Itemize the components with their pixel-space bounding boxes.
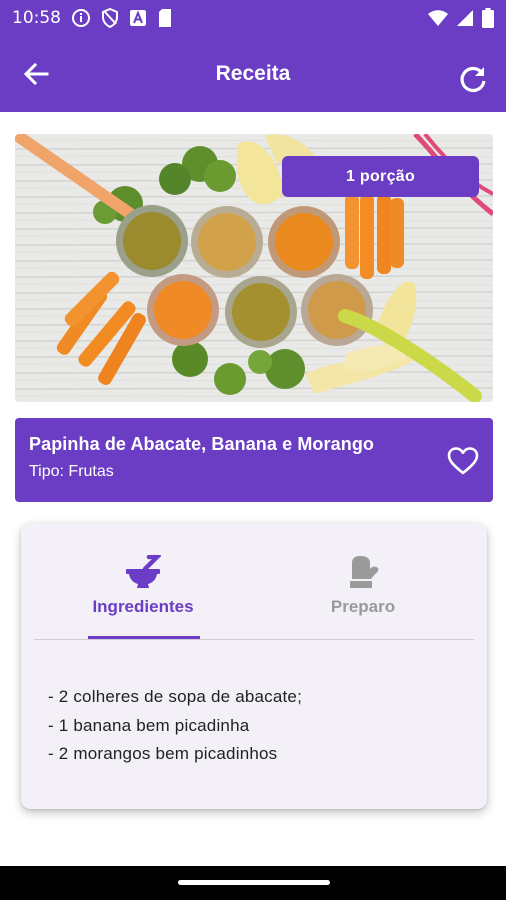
ingredients-list: - 2 colheres de sopa de abacate; - 1 ban…: [48, 683, 302, 769]
status-bar: 10:58: [0, 0, 506, 36]
ingredient-item: - 1 banana bem picadinha: [48, 715, 250, 735]
refresh-icon[interactable]: [458, 64, 488, 94]
battery-icon: [482, 8, 494, 28]
tab-ingredientes[interactable]: Ingredientes: [33, 523, 253, 639]
font-icon: [130, 10, 146, 26]
ingredient-item: - 2 colheres de sopa de abacate;: [48, 687, 303, 706]
app-bar: Receita: [0, 36, 506, 112]
recipe-header-card: Papinha de Abacate, Banana e Morango Tip…: [15, 418, 493, 502]
tab-divider: [34, 639, 474, 640]
mortar-pestle-icon: [126, 555, 161, 588]
system-nav-bar: [0, 866, 506, 900]
status-time: 10:58: [12, 8, 61, 28]
wifi-icon: [428, 10, 448, 26]
shield-icon: [102, 8, 118, 28]
status-left-icons: [71, 8, 173, 28]
sd-card-icon: [159, 9, 171, 27]
heart-outline-icon[interactable]: [447, 446, 479, 476]
recipe-tabs-card: Ingredientes Preparo - 2 colheres de sop…: [21, 523, 487, 809]
status-right-icons: [428, 8, 494, 28]
signal-icon: [457, 10, 473, 26]
recipe-title: Papinha de Abacate, Banana e Morango: [29, 434, 375, 454]
tab-ingredientes-label: Ingredientes: [92, 597, 194, 616]
tab-preparo[interactable]: Preparo: [253, 523, 473, 639]
ingredient-item: - 2 morangos bem picadinhos: [48, 744, 278, 763]
tab-preparo-label: Preparo: [330, 597, 396, 616]
recipe-type: Tipo: Frutas: [29, 463, 114, 480]
arrow-back-icon[interactable]: [22, 60, 50, 88]
chef-mitt-icon: [350, 556, 379, 588]
info-icon: [72, 9, 90, 27]
portion-badge: 1 porção: [282, 156, 479, 197]
page-title: Receita: [215, 62, 291, 85]
home-gesture-handle[interactable]: [178, 880, 330, 885]
